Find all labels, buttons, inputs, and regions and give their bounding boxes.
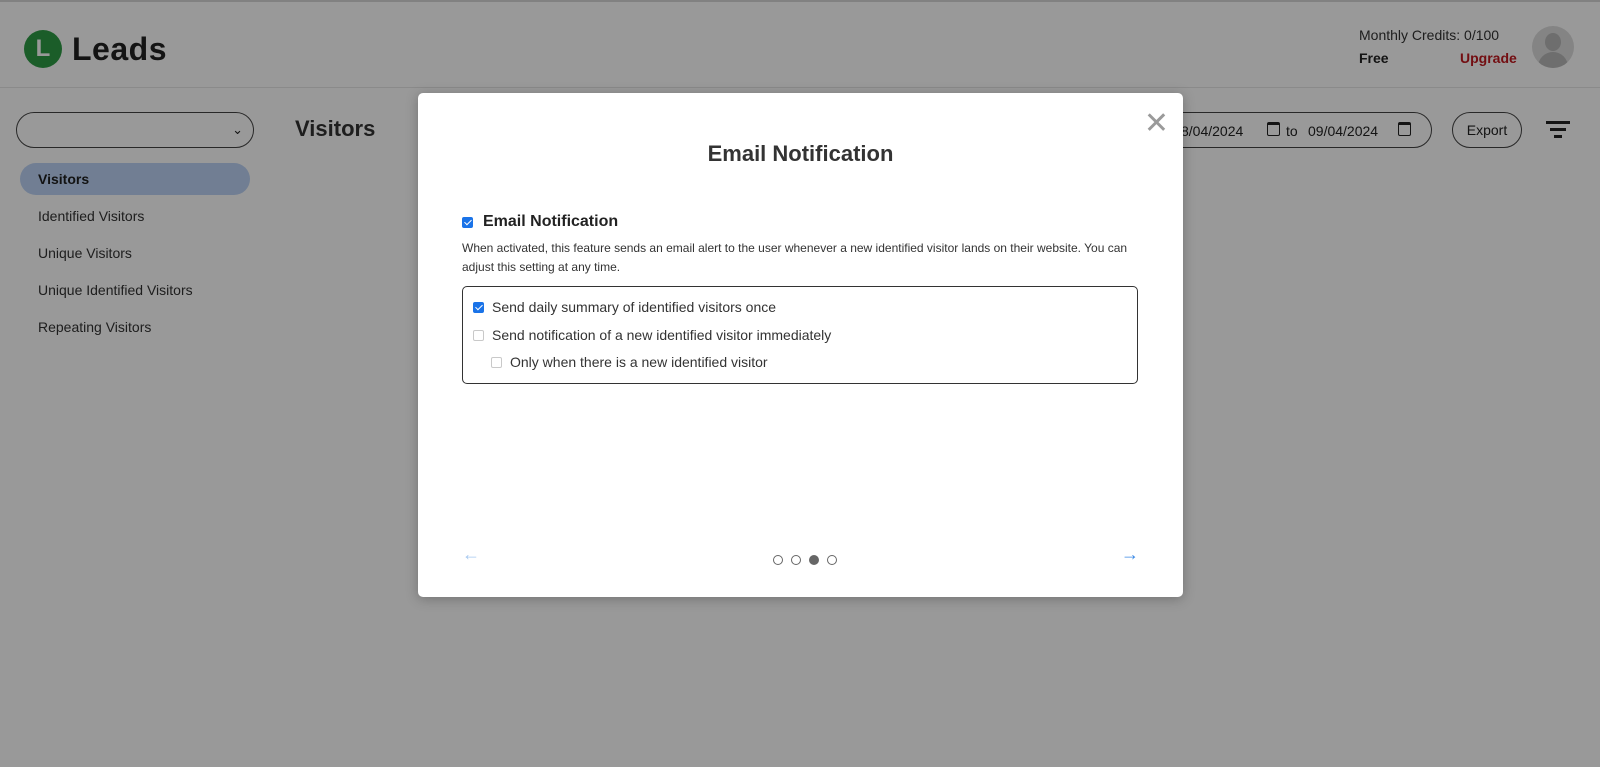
notification-options: Send daily summary of identified visitor… — [462, 286, 1138, 384]
option-immediate-notification[interactable]: Send notification of a new identified vi… — [473, 327, 831, 343]
modal-description: When activated, this feature sends an em… — [462, 241, 1128, 274]
pagination-dots — [773, 555, 845, 565]
pagination-dot[interactable] — [773, 555, 783, 565]
close-icon[interactable]: ✕ — [1144, 109, 1169, 139]
daily-summary-checkbox[interactable] — [473, 301, 484, 313]
pagination-dot[interactable] — [827, 555, 837, 565]
only-new-visitor-checkbox[interactable] — [491, 356, 502, 368]
option-only-new-visitor[interactable]: Only when there is a new identified visi… — [491, 354, 768, 370]
modal-title: Email Notification — [707, 141, 894, 166]
only-new-visitor-label: Only when there is a new identified visi… — [510, 354, 768, 370]
email-notification-checkbox[interactable] — [462, 216, 473, 228]
pagination-dot[interactable] — [791, 555, 801, 565]
immediate-notification-checkbox[interactable] — [473, 329, 484, 341]
option-daily-summary[interactable]: Send daily summary of identified visitor… — [473, 299, 776, 315]
daily-summary-label: Send daily summary of identified visitor… — [492, 299, 777, 315]
immediate-notification-label: Send notification of a new identified vi… — [492, 327, 832, 343]
email-notification-toggle[interactable]: Email Notification — [462, 213, 618, 231]
arrow-left-icon[interactable]: ← — [462, 544, 480, 565]
pagination-dot-active[interactable] — [809, 555, 819, 565]
email-notification-modal: ✕ Email Notification Email Notification … — [418, 93, 1183, 597]
arrow-right-icon[interactable]: → — [1121, 544, 1139, 565]
email-notification-label: Email Notification — [483, 213, 619, 230]
